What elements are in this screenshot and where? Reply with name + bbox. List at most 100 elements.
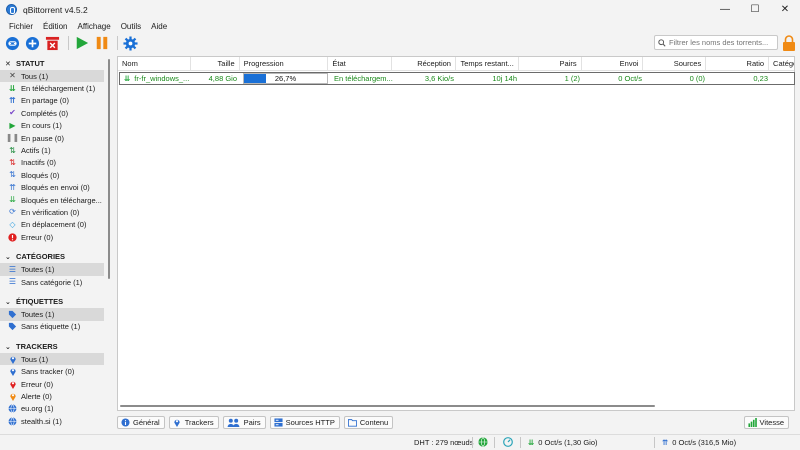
dht-nodes: DHT : 279 nœuds	[414, 438, 474, 447]
column-header-ratio[interactable]: Ratio	[706, 57, 770, 70]
column-header-peers[interactable]: Pairs	[519, 57, 582, 70]
add-torrent-link-button[interactable]	[4, 35, 21, 52]
filter-label: En cours (1)	[21, 121, 62, 131]
lock-button[interactable]	[782, 35, 796, 51]
download-status[interactable]: ⇊ 0 Oct/s (1,30 Gio)	[528, 438, 597, 447]
tracker-filter-stealth-si[interactable]: stealth.si (1)	[0, 415, 106, 427]
upload-icon: ⇈	[662, 438, 669, 447]
menu-affichage[interactable]: Affichage	[72, 22, 115, 31]
status-filter-completed[interactable]: ✔ Complétés (0)	[0, 107, 106, 119]
download-icon: ⇊	[124, 74, 131, 83]
stalled-download-icon: ⇊	[9, 195, 16, 205]
tab-peers[interactable]: Pairs	[222, 415, 266, 429]
download-status-text: 0 Oct/s (1,30 Gio)	[538, 438, 598, 447]
delete-torrent-button[interactable]	[44, 35, 61, 52]
category-filter-all[interactable]: ☰ Toutes (1)	[0, 263, 104, 276]
tab-general[interactable]: Général	[117, 415, 165, 429]
connection-status-button[interactable]	[478, 437, 488, 447]
status-filter-running[interactable]: ▶ En cours (1)	[0, 120, 106, 132]
column-header-download[interactable]: Réception	[392, 57, 456, 70]
menu-outils[interactable]: Outils	[116, 22, 146, 31]
list-icon: ☰	[8, 277, 17, 287]
section-etiquettes[interactable]: ⌄ ÉTIQUETTES	[0, 295, 106, 308]
menu-edition[interactable]: Édition	[38, 22, 72, 31]
category-filter-none[interactable]: ☰ Sans catégorie (1)	[0, 276, 106, 288]
tab-http-sources[interactable]: Sources HTTP	[269, 415, 340, 429]
moving-icon: ◇	[9, 219, 16, 229]
tracker-filter-none[interactable]: Sans tracker (0)	[0, 365, 106, 377]
search-box[interactable]	[654, 35, 778, 50]
tracker-filter-eu-org[interactable]: eu.org (1)	[0, 403, 106, 415]
section-statut[interactable]: ✕ STATUT	[0, 57, 106, 70]
play-icon: ▶	[9, 120, 16, 130]
add-torrent-file-button[interactable]	[24, 35, 41, 52]
column-header-category[interactable]: Catégor	[769, 57, 794, 70]
status-filter-stalled-download[interactable]: ⇊ Bloqués en télécharge...	[0, 194, 106, 206]
status-filter-stalled[interactable]: ⇅ Bloqués (0)	[0, 169, 106, 181]
torrent-list: Nom Taille Progression État Réception Te…	[117, 56, 795, 411]
status-filter-all[interactable]: ✕ Tous (1)	[0, 70, 104, 83]
pause-button[interactable]	[93, 35, 110, 52]
menu-fichier[interactable]: Fichier	[4, 22, 38, 31]
status-filter-error[interactable]: Erreur (0)	[0, 231, 106, 243]
status-filter-checking[interactable]: ⟳ En vérification (0)	[0, 206, 106, 218]
pin-icon	[8, 355, 17, 364]
column-header-size[interactable]: Taille	[191, 57, 240, 70]
column-header-eta[interactable]: Temps restant...	[456, 57, 519, 70]
speed-limit-toggle[interactable]	[503, 437, 513, 447]
tracker-filter-error[interactable]: Erreur (0)	[0, 378, 106, 390]
speed-button[interactable]: Vitesse	[743, 415, 789, 429]
filter-label: Erreur (0)	[21, 379, 54, 389]
status-filter-active[interactable]: ⇅ Actifs (1)	[0, 144, 106, 156]
column-header-name[interactable]: Nom	[118, 57, 191, 70]
status-filter-seeding[interactable]: ⇈ En partage (0)	[0, 95, 106, 107]
filter-label: En pause (0)	[21, 133, 64, 143]
tab-label: Sources HTTP	[285, 417, 335, 427]
tab-content[interactable]: Contenu	[343, 415, 394, 429]
delete-icon	[45, 36, 60, 50]
section-trackers[interactable]: ⌄ TRACKERS	[0, 340, 106, 353]
status-separator	[520, 437, 521, 448]
gear-icon	[123, 35, 138, 51]
filter-icon: ✕	[9, 71, 16, 81]
section-categories[interactable]: ⌄ CATÉGORIES	[0, 250, 106, 263]
tab-trackers[interactable]: Trackers	[168, 415, 219, 429]
resume-button[interactable]	[73, 35, 90, 52]
cell-upload-speed: 0 Oct/s	[618, 74, 642, 83]
search-input[interactable]	[669, 38, 774, 47]
column-header-seeds[interactable]: Sources	[643, 57, 707, 70]
status-filter-inactive[interactable]: ⇅ Inactifs (0)	[0, 157, 106, 169]
status-bar: DHT : 279 nœuds ⇊ 0 Oct/s (1,30 Gio) ⇈ 0…	[0, 434, 800, 450]
table-horizontal-scrollbar[interactable]	[120, 405, 655, 407]
menu-aide[interactable]: Aide	[146, 22, 172, 31]
tracker-filter-all[interactable]: Tous (1)	[0, 353, 104, 366]
upload-status[interactable]: ⇈ 0 Oct/s (316,5 Mio)	[662, 438, 736, 447]
maximize-button[interactable]: ☐	[740, 0, 770, 19]
table-row[interactable]: ⇊ fr-fr_windows_... 4,88 Gio 26,7% En té…	[119, 72, 795, 85]
column-header-progress[interactable]: Progression	[240, 57, 329, 70]
filter-label: Bloqués en télécharge...	[21, 195, 102, 205]
toolbar-separator	[68, 36, 69, 50]
status-filter-downloading[interactable]: ⇊ En téléchargement (1)	[0, 82, 106, 94]
tag-filter-none[interactable]: Sans étiquette (1)	[0, 321, 106, 333]
filter-label: En vérification (0)	[21, 207, 80, 217]
filter-label: Sans tracker (0)	[21, 367, 75, 377]
minimize-button[interactable]: —	[710, 0, 740, 19]
close-button[interactable]: ✕	[770, 0, 800, 19]
sidebar-scrollbar[interactable]	[107, 55, 111, 430]
status-filter-moving[interactable]: ◇ En déplacement (0)	[0, 219, 106, 231]
tracker-filter-warning[interactable]: Alerte (0)	[0, 390, 106, 402]
chevron-down-icon: ⌄	[5, 298, 11, 306]
column-header-upload[interactable]: Envoi	[582, 57, 644, 70]
column-header-state[interactable]: État	[328, 57, 393, 70]
tab-label: Général	[133, 417, 160, 427]
status-filter-paused[interactable]: ❚❚ En pause (0)	[0, 132, 106, 144]
status-filter-stalled-upload[interactable]: ⇈ Bloqués en envoi (0)	[0, 182, 106, 194]
options-button[interactable]	[122, 35, 139, 52]
stalled-upload-icon: ⇈	[9, 182, 16, 192]
download-icon: ⇊	[9, 83, 16, 93]
tag-filter-all[interactable]: Toutes (1)	[0, 308, 104, 321]
table-header: Nom Taille Progression État Réception Te…	[118, 57, 794, 71]
search-icon	[658, 38, 666, 47]
sidebar-scrollbar-thumb[interactable]	[108, 59, 110, 279]
